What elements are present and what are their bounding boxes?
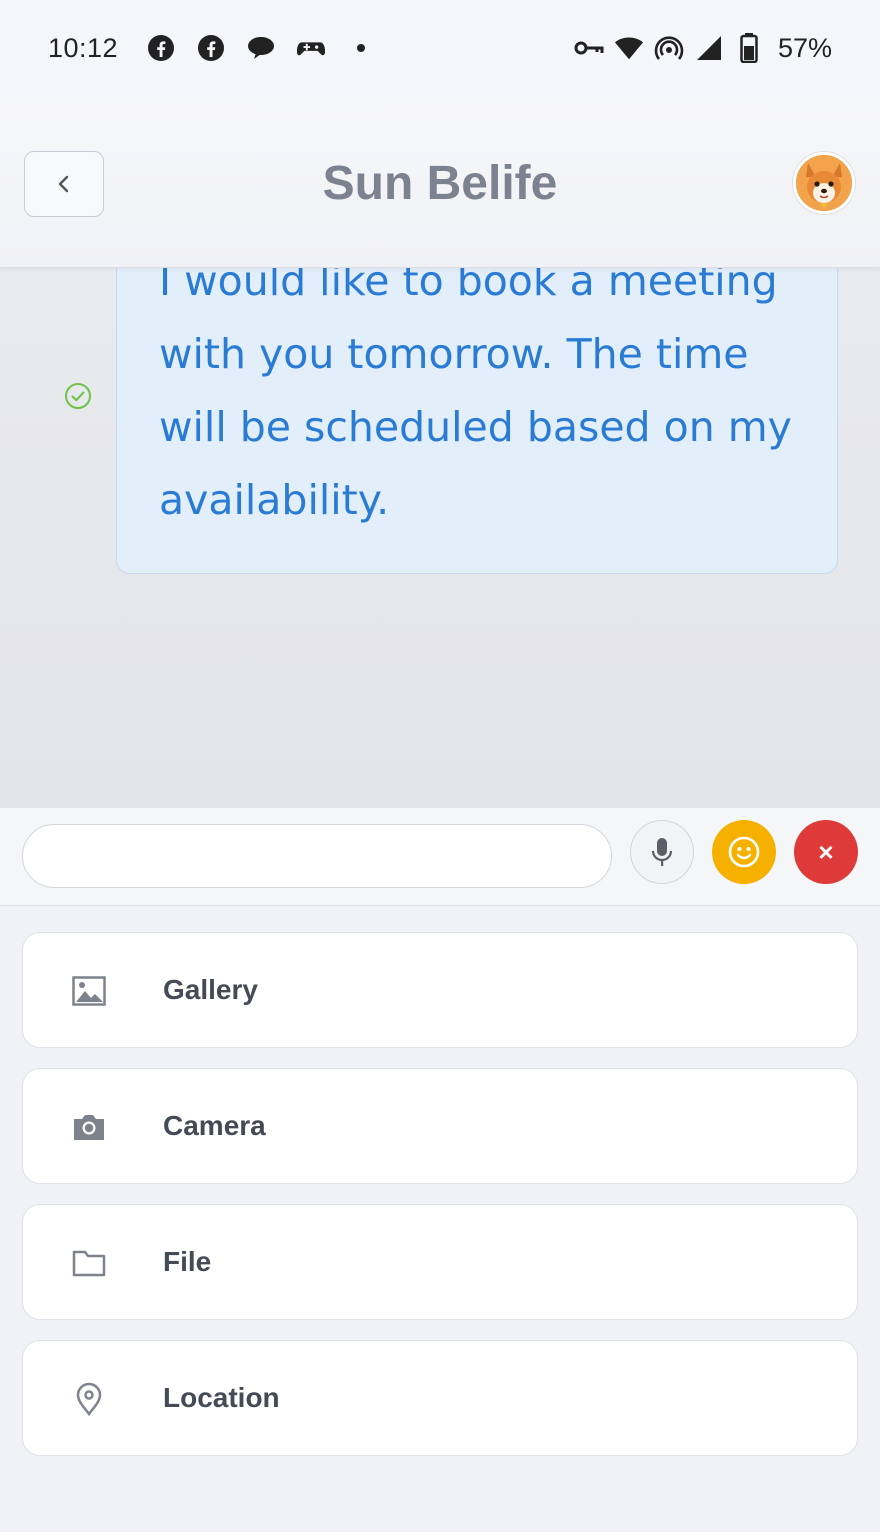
image-icon <box>71 973 107 1009</box>
avatar[interactable] <box>793 152 855 214</box>
message-bubble[interactable]: I would like to book a meeting with you … <box>116 268 838 574</box>
attach-label: Camera <box>163 1110 266 1141</box>
close-icon: × <box>818 836 834 867</box>
input-bar: × <box>0 808 880 906</box>
check-circle-icon <box>65 383 91 409</box>
wifi-icon <box>614 33 644 63</box>
message-input[interactable] <box>22 824 612 888</box>
attach-camera[interactable]: Camera <box>22 1068 858 1184</box>
facebook-icon <box>196 33 226 63</box>
battery-icon <box>734 33 764 63</box>
message-text: I would like to book a meeting with you … <box>159 268 792 524</box>
corgi-avatar-icon <box>796 155 852 211</box>
attach-label: File <box>163 1246 212 1277</box>
attach-file[interactable]: File <box>22 1204 858 1320</box>
signal-icon <box>694 33 724 63</box>
battery-percentage: 57% <box>777 32 832 63</box>
attach-gallery[interactable]: Gallery <box>22 932 858 1048</box>
chat-bubble-icon <box>246 33 276 63</box>
chat-area[interactable]: I would like to book a meeting with you … <box>0 268 880 808</box>
page-title: Sun Belife <box>322 157 558 210</box>
microphone-icon <box>651 838 673 866</box>
status-time: 10:12 <box>48 32 119 63</box>
status-left: 10:12 <box>48 33 376 64</box>
status-bar: 10:12 57% <box>0 0 880 96</box>
vpn-key-icon <box>574 33 604 63</box>
game-controller-icon <box>296 33 326 63</box>
attachment-options: Gallery Camera File Location <box>22 932 858 1476</box>
attach-label: Gallery <box>163 974 258 1005</box>
camera-icon <box>71 1109 107 1145</box>
status-right: 57% <box>574 33 832 64</box>
smiley-icon <box>728 836 760 868</box>
dot-icon <box>346 33 376 63</box>
facebook-icon <box>146 33 176 63</box>
mic-button[interactable] <box>630 820 694 884</box>
close-button[interactable]: × <box>794 820 858 884</box>
folder-icon <box>71 1245 107 1281</box>
location-pin-icon <box>71 1381 107 1417</box>
emoji-button[interactable] <box>712 820 776 884</box>
attach-label: Location <box>163 1382 280 1413</box>
hotspot-icon <box>654 33 684 63</box>
chat-header: Sun Belife <box>0 96 880 268</box>
attach-location[interactable]: Location <box>22 1340 858 1456</box>
